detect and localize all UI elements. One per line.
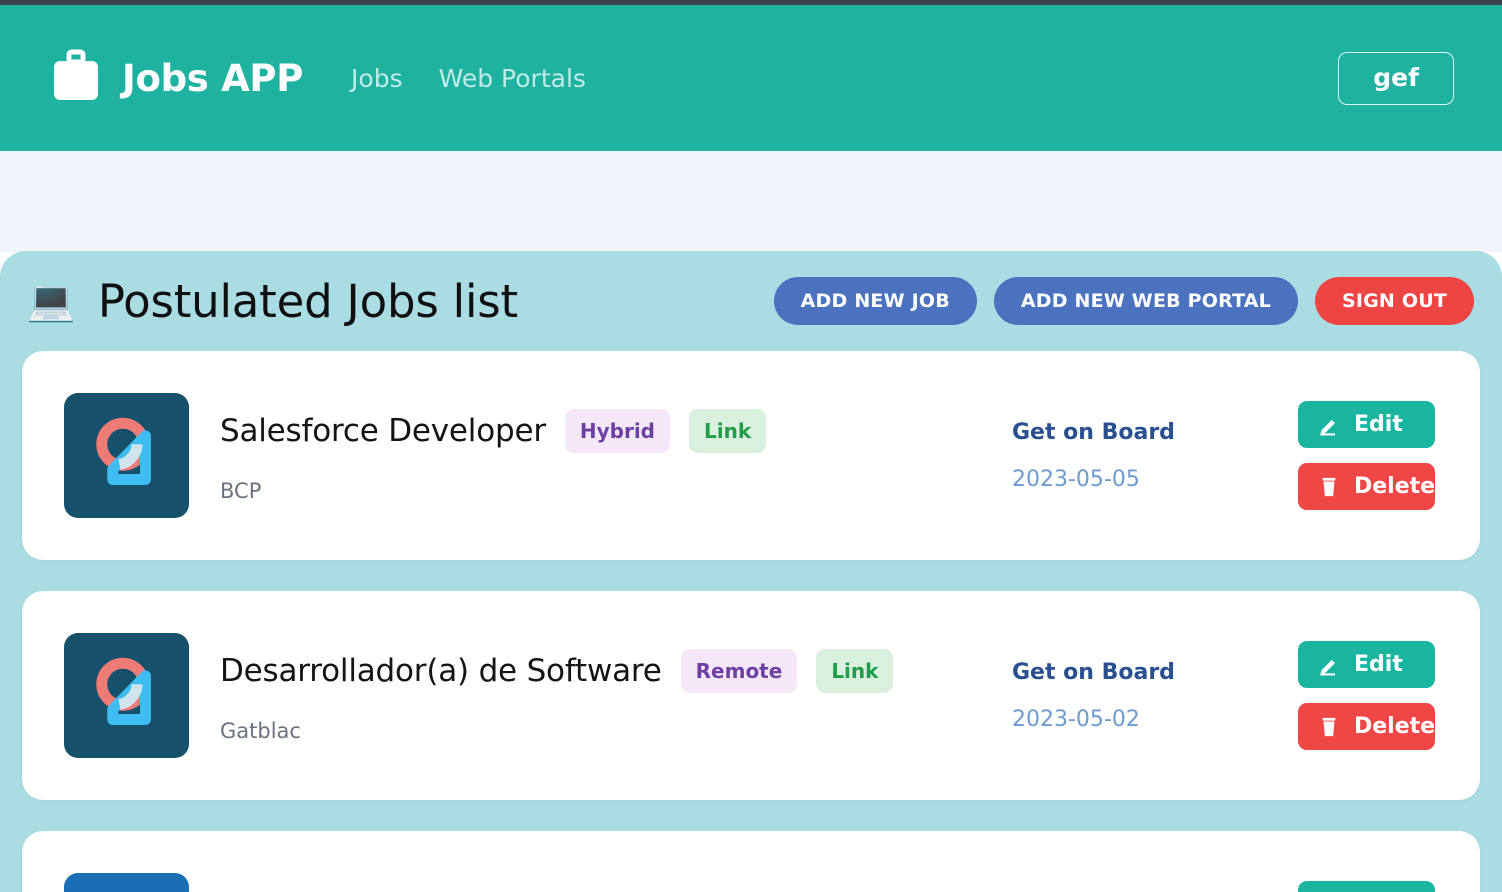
job-mode-badge: Hybrid (564, 408, 671, 453)
pencil-icon (1318, 414, 1340, 436)
job-title: Desarrollador(a) de Software (220, 652, 662, 689)
add-new-job-button[interactable]: ADD NEW JOB (773, 277, 977, 325)
nav-link-jobs[interactable]: Jobs (351, 64, 403, 93)
linkedin-logo-icon (64, 873, 189, 892)
main-content: 💻 Postulated Jobs list ADD NEW JOB ADD N… (0, 251, 1502, 892)
pencil-icon (1318, 654, 1340, 676)
job-portal-name[interactable]: Get on Board (1012, 660, 1298, 685)
trash-icon (1318, 716, 1340, 738)
page-actions: ADD NEW JOB ADD NEW WEB PORTAL SIGN OUT (773, 277, 1474, 325)
job-row-actions: Edit Delete (1298, 881, 1435, 892)
briefcase-icon (48, 48, 104, 108)
job-card: Salesforce Developer Hybrid Link BCP Get… (22, 351, 1480, 560)
page-title-text: Postulated Jobs list (97, 274, 518, 328)
header-gap-band (0, 151, 1502, 252)
brand-name: Jobs APP (122, 56, 304, 100)
job-link-badge[interactable]: Link (689, 408, 767, 453)
job-card: Desarrollador(a) de Software Remote Link… (22, 591, 1480, 800)
get-on-board-logo-icon (64, 633, 189, 758)
brand[interactable]: Jobs APP (48, 48, 303, 108)
job-portal: Get on Board 2023-05-05 (1008, 420, 1298, 492)
job-title: Salesforce Developer (220, 412, 546, 449)
edit-button-label: Edit (1354, 412, 1403, 437)
jobs-list: Salesforce Developer Hybrid Link BCP Get… (22, 351, 1480, 892)
job-company: BCP (220, 478, 262, 503)
sign-out-button[interactable]: SIGN OUT (1314, 277, 1474, 325)
job-mode-badge: Remote (680, 648, 798, 693)
navbar: Jobs APP Jobs Web Portals gef (0, 5, 1502, 151)
delete-button-label: Delete (1354, 474, 1436, 499)
delete-button[interactable]: Delete (1298, 463, 1435, 510)
job-date: 2023-05-05 (1012, 466, 1140, 492)
job-date: 2023-05-02 (1012, 706, 1140, 732)
job-link-badge[interactable]: Link (816, 648, 894, 693)
job-portal: Get on Board 2023-05-02 (1008, 660, 1298, 732)
nav-link-web-portals[interactable]: Web Portals (439, 64, 586, 93)
trash-icon (1318, 476, 1340, 498)
page-title: 💻 Postulated Jobs list (26, 275, 774, 328)
nav-links: Jobs Web Portals (351, 64, 586, 93)
add-new-web-portal-button[interactable]: ADD NEW WEB PORTAL (993, 277, 1298, 325)
edit-button[interactable]: Edit (1298, 401, 1435, 448)
delete-button[interactable]: Delete (1298, 703, 1435, 750)
page-header: 💻 Postulated Jobs list ADD NEW JOB ADD N… (22, 251, 1480, 351)
job-portal-name[interactable]: Get on Board (1012, 420, 1298, 445)
job-details: Salesforce Developer Hybrid Link BCP (220, 408, 1008, 503)
job-title-row: Desarrollador(a) de Software Remote Link (220, 648, 1008, 693)
edit-button-label: Edit (1354, 652, 1403, 677)
edit-button[interactable]: Edit (1298, 881, 1435, 892)
delete-button-label: Delete (1354, 714, 1436, 739)
job-card: Programador full stack Hybrid Link Linke… (22, 831, 1480, 892)
edit-button[interactable]: Edit (1298, 641, 1435, 688)
job-row-actions: Edit Delete (1298, 641, 1435, 750)
job-title-row: Salesforce Developer Hybrid Link (220, 408, 1008, 453)
job-details: Desarrollador(a) de Software Remote Link… (220, 648, 1008, 743)
job-company: Gatblac (220, 718, 301, 743)
user-menu-button[interactable]: gef (1338, 52, 1454, 105)
job-row-actions: Edit Delete (1298, 401, 1435, 510)
laptop-icon: 💻 (26, 278, 76, 324)
get-on-board-logo-icon (64, 393, 189, 518)
